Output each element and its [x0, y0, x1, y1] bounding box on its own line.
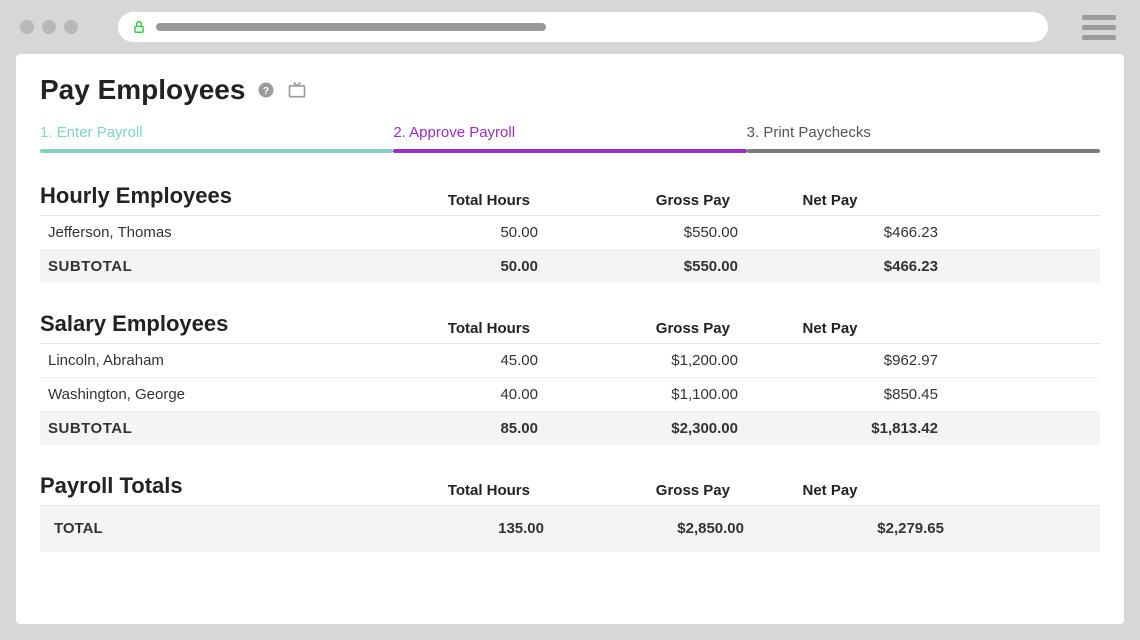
employee-name: Jefferson, Thomas	[48, 224, 388, 241]
col-total-hours: Total Hours	[380, 192, 530, 209]
section-hourly-employees: Hourly Employees Total Hours Gross Pay N…	[40, 183, 1100, 283]
section-salary-employees: Salary Employees Total Hours Gross Pay N…	[40, 311, 1100, 445]
cell-hours: 50.00	[388, 224, 538, 241]
subtotal-hours: 85.00	[388, 420, 538, 437]
page-title: Pay Employees	[40, 74, 245, 106]
section-title: Salary Employees	[40, 311, 380, 337]
total-row: TOTAL 135.00 $2,850.00 $2,279.65	[40, 506, 1100, 552]
subtotal-hours: 50.00	[388, 258, 538, 275]
step-approve-payroll[interactable]: 2. Approve Payroll	[393, 124, 746, 153]
url-bar[interactable]	[118, 12, 1048, 42]
cell-net: $466.23	[738, 224, 938, 241]
subtotal-net: $466.23	[738, 258, 938, 275]
window-controls	[20, 20, 78, 34]
col-total-hours: Total Hours	[380, 482, 530, 499]
help-icon[interactable]: ?	[257, 81, 275, 99]
col-gross-pay: Gross Pay	[530, 482, 730, 499]
step-bar	[747, 149, 1100, 153]
col-gross-pay: Gross Pay	[530, 192, 730, 209]
step-label: 2. Approve Payroll	[393, 124, 746, 141]
cell-gross: $1,200.00	[538, 352, 738, 369]
step-bar	[393, 149, 746, 153]
cell-hours: 40.00	[388, 386, 538, 403]
total-hours: 135.00	[394, 520, 544, 537]
section-payroll-totals: Payroll Totals Total Hours Gross Pay Net…	[40, 473, 1100, 552]
col-gross-pay: Gross Pay	[530, 320, 730, 337]
tv-icon[interactable]	[287, 80, 307, 100]
step-enter-payroll[interactable]: 1. Enter Payroll	[40, 124, 393, 153]
menu-button[interactable]	[1078, 11, 1120, 44]
lock-icon	[132, 20, 146, 34]
close-window-button[interactable]	[20, 20, 34, 34]
subtotal-gross: $550.00	[538, 258, 738, 275]
section-header: Salary Employees Total Hours Gross Pay N…	[40, 311, 1100, 344]
table-row: Lincoln, Abraham 45.00 $1,200.00 $962.97	[40, 344, 1100, 378]
section-header: Hourly Employees Total Hours Gross Pay N…	[40, 183, 1100, 216]
total-net: $2,279.65	[744, 520, 944, 537]
page-header: Pay Employees ?	[40, 74, 1100, 106]
table-row: Jefferson, Thomas 50.00 $550.00 $466.23	[40, 216, 1100, 250]
subtotal-label: SUBTOTAL	[48, 258, 388, 275]
maximize-window-button[interactable]	[64, 20, 78, 34]
subtotal-row: SUBTOTAL 85.00 $2,300.00 $1,813.42	[40, 412, 1100, 445]
total-gross: $2,850.00	[544, 520, 744, 537]
table-row: Washington, George 40.00 $1,100.00 $850.…	[40, 378, 1100, 412]
col-net-pay: Net Pay	[730, 320, 930, 337]
total-label: TOTAL	[54, 520, 394, 537]
employee-name: Washington, George	[48, 386, 388, 403]
section-title: Payroll Totals	[40, 473, 380, 499]
browser-chrome	[0, 0, 1140, 54]
step-label: 1. Enter Payroll	[40, 124, 393, 141]
step-print-paychecks[interactable]: 3. Print Paychecks	[747, 124, 1100, 153]
subtotal-label: SUBTOTAL	[48, 420, 388, 437]
subtotal-gross: $2,300.00	[538, 420, 738, 437]
employee-name: Lincoln, Abraham	[48, 352, 388, 369]
col-total-hours: Total Hours	[380, 320, 530, 337]
section-header: Payroll Totals Total Hours Gross Pay Net…	[40, 473, 1100, 506]
step-label: 3. Print Paychecks	[747, 124, 1100, 141]
cell-hours: 45.00	[388, 352, 538, 369]
col-net-pay: Net Pay	[730, 192, 930, 209]
cell-gross: $550.00	[538, 224, 738, 241]
cell-net: $962.97	[738, 352, 938, 369]
cell-gross: $1,100.00	[538, 386, 738, 403]
subtotal-row: SUBTOTAL 50.00 $550.00 $466.23	[40, 250, 1100, 283]
col-net-pay: Net Pay	[730, 482, 930, 499]
url-text-placeholder	[156, 23, 546, 31]
svg-text:?: ?	[263, 85, 269, 97]
page-content: Pay Employees ? 1. Enter Payroll 2. Appr…	[16, 54, 1124, 624]
stepper: 1. Enter Payroll 2. Approve Payroll 3. P…	[40, 124, 1100, 153]
cell-net: $850.45	[738, 386, 938, 403]
subtotal-net: $1,813.42	[738, 420, 938, 437]
minimize-window-button[interactable]	[42, 20, 56, 34]
step-bar	[40, 149, 393, 153]
section-title: Hourly Employees	[40, 183, 380, 209]
